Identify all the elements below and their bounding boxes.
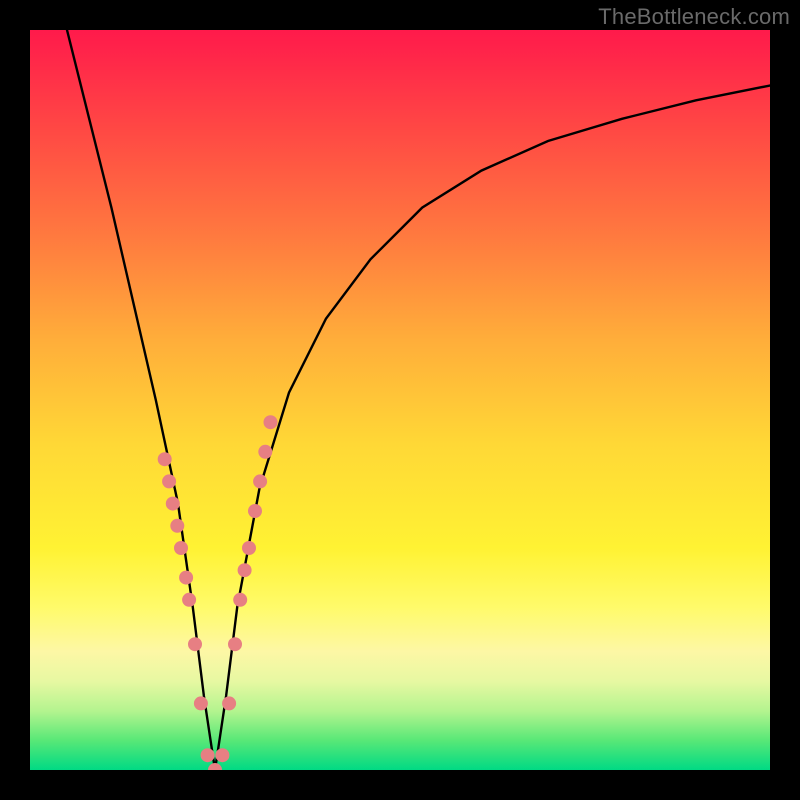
- chart-frame: TheBottleneck.com: [0, 0, 800, 800]
- sample-dot: [258, 445, 272, 459]
- sample-dot: [233, 593, 247, 607]
- sample-dot: [264, 415, 278, 429]
- sample-dot: [228, 637, 242, 651]
- sample-dot: [174, 541, 188, 555]
- sample-dot: [166, 497, 180, 511]
- sample-dot: [162, 474, 176, 488]
- sample-dot: [158, 452, 172, 466]
- chart-plot-area: [30, 30, 770, 770]
- sample-dot: [248, 504, 262, 518]
- sample-dot: [208, 763, 222, 770]
- sample-dot: [182, 593, 196, 607]
- chart-svg: [30, 30, 770, 770]
- sample-dot: [201, 748, 215, 762]
- sample-dot: [170, 519, 184, 533]
- sample-dot: [222, 696, 236, 710]
- sample-dot: [253, 474, 267, 488]
- bottleneck-curve: [67, 30, 770, 770]
- sample-dot: [215, 748, 229, 762]
- sample-dot: [194, 696, 208, 710]
- sample-dots-group: [158, 415, 278, 770]
- sample-dot: [238, 563, 252, 577]
- sample-dot: [188, 637, 202, 651]
- sample-dot: [179, 571, 193, 585]
- watermark-text: TheBottleneck.com: [598, 4, 790, 30]
- sample-dot: [242, 541, 256, 555]
